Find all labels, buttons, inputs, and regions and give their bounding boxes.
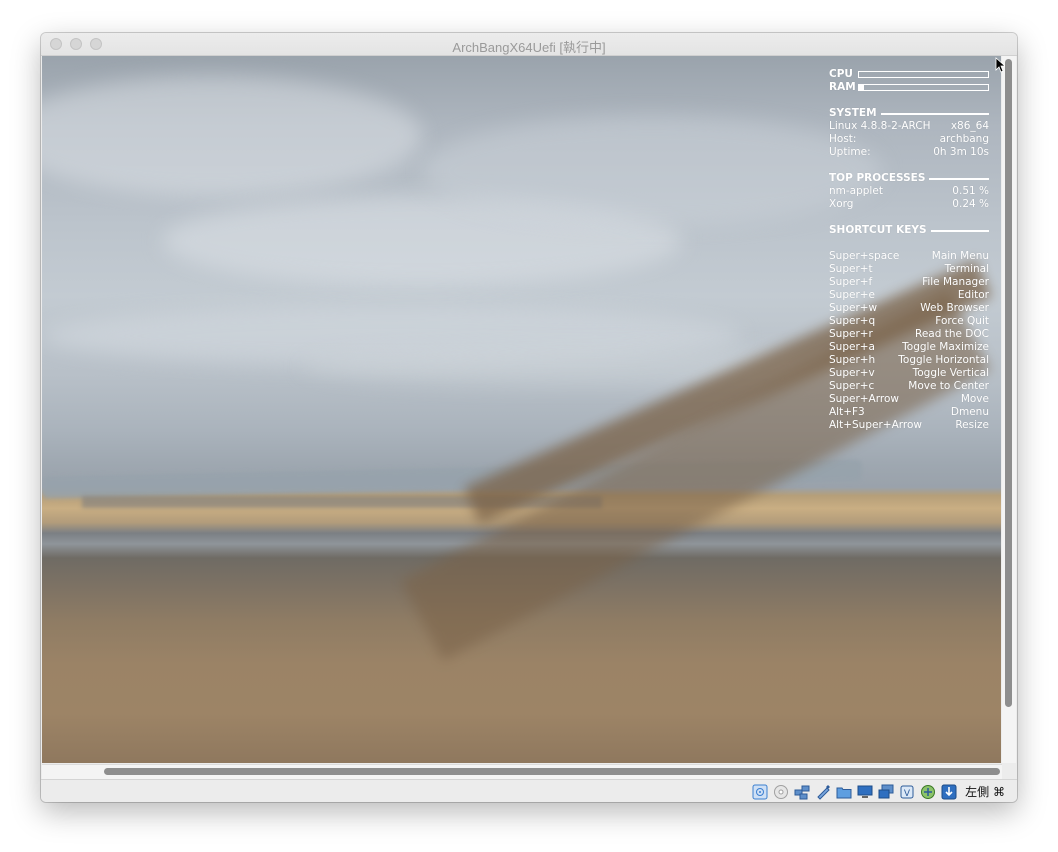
keyboard-icon[interactable] — [941, 784, 957, 800]
shortcut-key: Super+a — [829, 341, 875, 353]
shortcut-key: Super+Arrow — [829, 393, 899, 405]
host-label: Host: — [829, 133, 857, 145]
ram-bar — [858, 84, 989, 91]
shortcut-row: Alt+Super+Arrow Resize — [829, 419, 989, 432]
ram-label: RAM — [829, 81, 856, 93]
horizontal-scroll-thumb[interactable] — [104, 768, 1000, 775]
shortcut-action: File Manager — [922, 276, 989, 288]
shortcut-key: Super+c — [829, 380, 875, 392]
shortcut-action: Web Browser — [920, 302, 989, 314]
conky-panel: CPU RAM SYSTEM Linux 4.8.8-2-ARCH x86_64… — [829, 68, 989, 432]
shortcut-action: Move — [960, 393, 989, 405]
ram-meter: RAM — [829, 81, 989, 94]
uptime-row: Uptime: 0h 3m 10s — [829, 146, 989, 159]
host-value: archbang — [939, 133, 989, 145]
process-row: Xorg 0.24 % — [829, 198, 989, 211]
shortcut-action: Editor — [957, 289, 989, 301]
shortcut-key: Super+w — [829, 302, 878, 314]
process-row: nm-applet 0.51 % — [829, 185, 989, 198]
shortcut-key: Alt+F3 — [829, 406, 865, 418]
network-icon[interactable] — [794, 784, 810, 800]
system-header: SYSTEM — [829, 107, 989, 120]
shortcut-row: Super+a Toggle Maximize — [829, 341, 989, 354]
shortcut-key: Super+h — [829, 354, 876, 366]
kernel-version: Linux 4.8.8-2-ARCH — [829, 120, 931, 132]
shortcut-row: Super+space Main Menu — [829, 250, 989, 263]
shortcut-key: Super+r — [829, 328, 873, 340]
usb-icon[interactable] — [815, 784, 831, 800]
shortcut-action: Resize — [955, 419, 989, 431]
process-cpu: 0.51 % — [952, 185, 989, 197]
shortcut-action: Main Menu — [931, 250, 989, 262]
svg-text:V: V — [904, 789, 911, 799]
kernel-arch: x86_64 — [950, 120, 989, 132]
optical-drive-icon[interactable] — [773, 784, 789, 800]
kernel-row: Linux 4.8.8-2-ARCH x86_64 — [829, 120, 989, 133]
shortcut-row: Super+r Read the DOC — [829, 328, 989, 341]
shortcut-row: Super+t Terminal — [829, 263, 989, 276]
shortcut-action: Force Quit — [935, 315, 989, 327]
top-processes-header: TOP PROCESSES — [829, 172, 989, 185]
status-bar: V 左側 ⌘ — [41, 779, 1017, 802]
shortcut-action: Toggle Vertical — [912, 367, 989, 379]
shortcut-key: Super+space — [829, 250, 900, 262]
shortcut-key: Alt+Super+Arrow — [829, 419, 922, 431]
video-capture-icon[interactable] — [878, 784, 894, 800]
cpu-label: CPU — [829, 68, 853, 80]
shortcut-key: Super+v — [829, 367, 875, 379]
mouse-cursor-icon — [995, 57, 1005, 73]
window-title: ArchBangX64Uefi [執行中] — [452, 40, 606, 55]
process-name: nm-applet — [829, 185, 883, 197]
shortcut-row: Super+f File Manager — [829, 276, 989, 289]
shortcut-action: Move to Center — [908, 380, 989, 392]
shortcut-action: Dmenu — [950, 406, 989, 418]
shortcut-key: Super+q — [829, 315, 876, 327]
process-cpu: 0.24 % — [952, 198, 989, 210]
shortcut-row: Super+h Toggle Horizontal — [829, 354, 989, 367]
process-name: Xorg — [829, 198, 854, 210]
shortcut-row: Super+Arrow Move — [829, 393, 989, 406]
uptime-value: 0h 3m 10s — [933, 146, 989, 158]
mouse-integration-icon[interactable] — [920, 784, 936, 800]
shortcut-row: Super+e Editor — [829, 289, 989, 302]
shortcut-key: Super+f — [829, 276, 873, 288]
cpu-meter: CPU — [829, 68, 989, 81]
shortcut-key: Super+e — [829, 289, 876, 301]
shared-folder-icon[interactable] — [836, 784, 852, 800]
title-bar[interactable]: ArchBangX64Uefi [執行中] — [41, 33, 1017, 56]
hard-disk-icon[interactable] — [752, 784, 768, 800]
shortcut-row: Super+w Web Browser — [829, 302, 989, 315]
display-icon[interactable] — [857, 784, 873, 800]
cpu-bar — [858, 71, 989, 78]
vertical-scroll-thumb[interactable] — [1005, 59, 1012, 707]
shortcut-key: Super+t — [829, 263, 873, 275]
shortcut-action: Toggle Horizontal — [898, 354, 989, 366]
shortcut-action: Read the DOC — [915, 328, 989, 340]
vertical-scrollbar[interactable] — [1002, 56, 1016, 763]
shortcut-row: Super+q Force Quit — [829, 315, 989, 328]
cpu-icon[interactable]: V — [899, 784, 915, 800]
vm-window: ArchBangX64Uefi [執行中] CPU RAM SYSTEM Lin… — [41, 33, 1017, 802]
uptime-label: Uptime: — [829, 146, 871, 158]
shortcut-row: Alt+F3 Dmenu — [829, 406, 989, 419]
shortcut-action: Toggle Maximize — [902, 341, 989, 353]
shortcut-keys-header: SHORTCUT KEYS — [829, 224, 989, 237]
host-key-label: 左側 ⌘ — [965, 785, 1005, 799]
vm-display[interactable]: CPU RAM SYSTEM Linux 4.8.8-2-ARCH x86_64… — [42, 56, 1001, 763]
shortcut-row: Super+v Toggle Vertical — [829, 367, 989, 380]
shortcut-action: Terminal — [944, 263, 989, 275]
host-row: Host: archbang — [829, 133, 989, 146]
horizontal-scrollbar[interactable] — [42, 764, 1002, 779]
shortcut-row: Super+c Move to Center — [829, 380, 989, 393]
